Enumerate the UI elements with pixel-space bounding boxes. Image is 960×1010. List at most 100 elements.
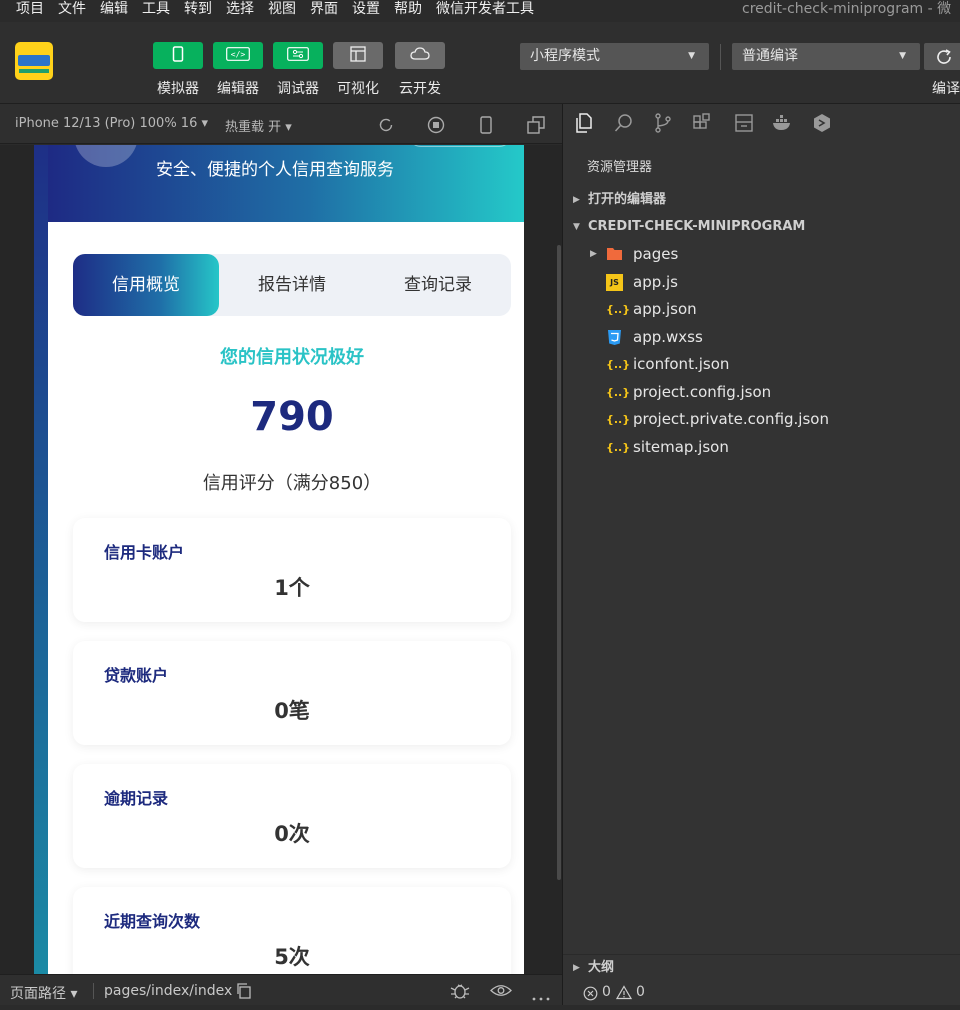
chevron-right-icon: ▶ — [573, 195, 580, 205]
file-name: app.js — [633, 273, 678, 291]
menu-item-goto[interactable]: 转到 — [184, 0, 212, 22]
rotate-icon[interactable] — [377, 116, 395, 134]
menu-item-interface[interactable]: 界面 — [310, 0, 338, 22]
app-banner: 安全、便捷的个人信用查询服务 — [48, 145, 524, 222]
menu-item-edit[interactable]: 编辑 — [100, 0, 128, 22]
file-row-iconfont-json[interactable]: {..} iconfont.json — [563, 351, 960, 378]
json-file-icon: {..} — [606, 303, 631, 316]
simulator-header: iPhone 12/13 (Pro) 100% 16 ▾ 热重载 开 ▾ — [0, 104, 562, 144]
copy-icon[interactable] — [236, 983, 252, 1003]
file-row-app-json[interactable]: {..} app.json — [563, 296, 960, 323]
stat-value: 5次 — [274, 945, 310, 969]
explorer-panel: 资源管理器 ▶ 打开的编辑器 ▼ CREDIT-CHECK-MINIPROGRA… — [563, 104, 960, 1005]
bug-icon[interactable] — [450, 982, 470, 1004]
search-icon[interactable] — [613, 112, 635, 134]
cloud-button[interactable] — [395, 42, 445, 69]
file-name: project.private.config.json — [633, 410, 829, 428]
menu-item-file[interactable]: 文件 — [58, 0, 86, 22]
outline-label: 大纲 — [588, 960, 615, 975]
extensions-icon[interactable] — [692, 112, 714, 134]
refresh-icon — [935, 48, 953, 70]
file-row-sitemap[interactable]: {..} sitemap.json — [563, 434, 960, 461]
stat-title: 贷款账户 — [104, 666, 169, 685]
stat-card-loans[interactable]: 贷款账户 0笔 — [73, 641, 511, 745]
source-control-icon[interactable] — [652, 112, 674, 134]
page-path-select[interactable]: 页面路径 ▾ — [10, 983, 77, 1003]
file-row-app-js[interactable]: JS app.js — [563, 269, 960, 296]
menu-item-help[interactable]: 帮助 — [394, 0, 422, 22]
stat-value: 1个 — [274, 576, 310, 600]
folder-icon — [606, 246, 623, 263]
phone-screen: 安全、便捷的个人信用查询服务 信用概览 报告详情 查询记录 您的信用状况极好 7… — [34, 145, 524, 974]
simulator-scrollbar[interactable] — [557, 245, 561, 880]
statusbar-divider — [93, 983, 94, 999]
phone-icon — [172, 45, 184, 66]
debugger-button[interactable] — [273, 42, 323, 69]
menu-items: 项目 文件 编辑 工具 转到 选择 视图 界面 设置 帮助 微信开发者工具 — [16, 0, 548, 22]
project-avatar[interactable] — [15, 42, 53, 80]
warning-icon — [615, 984, 633, 1009]
svg-text:</>: </> — [231, 50, 246, 59]
stat-card-credit-cards[interactable]: 信用卡账户 1个 — [73, 518, 511, 622]
toolbar-divider — [720, 44, 721, 70]
project-section[interactable]: ▼ CREDIT-CHECK-MINIPROGRAM — [563, 214, 960, 240]
tab-report-details[interactable]: 报告详情 — [219, 254, 365, 316]
file-row-app-wxss[interactable]: app.wxss — [563, 324, 960, 351]
stat-card-recent-queries[interactable]: 近期查询次数 5次 — [73, 887, 511, 974]
menu-item-devtools[interactable]: 微信开发者工具 — [436, 0, 534, 22]
caret-down-icon: ▼ — [899, 51, 906, 61]
stat-title: 逾期记录 — [104, 789, 169, 808]
docker-icon[interactable] — [771, 112, 793, 134]
files-icon[interactable] — [573, 112, 595, 134]
warning-count: 0 — [636, 984, 645, 1000]
file-row-project-config[interactable]: {..} project.config.json — [563, 379, 960, 406]
credit-score: 790 — [250, 394, 334, 440]
storage-icon[interactable] — [733, 112, 755, 134]
editor-button[interactable]: </> — [213, 42, 263, 69]
chevron-right-icon: ▶ — [573, 963, 580, 973]
eye-icon[interactable] — [490, 983, 512, 1002]
debugger-label: 调试器 — [277, 81, 319, 97]
error-icon — [583, 985, 598, 1010]
credit-status-text: 您的信用状况极好 — [220, 347, 364, 368]
device-select[interactable]: iPhone 12/13 (Pro) 100% 16 ▾ — [15, 116, 208, 131]
menu-item-tools[interactable]: 工具 — [142, 0, 170, 22]
simulator-button[interactable] — [153, 42, 203, 69]
device-icon[interactable] — [477, 116, 495, 134]
toolbar: </> 模拟器 编辑器 调试器 可视化 云开发 小程序模式 ▼ 普通编译 ▼ 编… — [0, 22, 960, 104]
plugin-icon[interactable] — [811, 112, 833, 134]
menu-item-settings[interactable]: 设置 — [352, 0, 380, 22]
stat-value: 0次 — [274, 822, 310, 846]
file-row-pages[interactable]: ▶ pages — [563, 241, 960, 268]
json-file-icon: {..} — [606, 413, 631, 426]
compile-button[interactable] — [924, 43, 960, 70]
mode-select[interactable]: 小程序模式 ▼ — [520, 43, 709, 70]
mode-select-value: 小程序模式 — [530, 48, 600, 64]
js-file-icon: JS — [606, 274, 623, 291]
code-icon: </> — [226, 46, 250, 65]
hot-reload-toggle[interactable]: 热重载 开 ▾ — [225, 116, 292, 135]
compile-select[interactable]: 普通编译 ▼ — [732, 43, 920, 70]
layout-icon — [350, 45, 366, 66]
outline-section[interactable]: ▶ 大纲 — [563, 954, 960, 980]
menu-item-view[interactable]: 视图 — [268, 0, 296, 22]
open-editors-section[interactable]: ▶ 打开的编辑器 — [563, 187, 960, 213]
detach-window-icon[interactable] — [527, 116, 545, 134]
stop-icon[interactable] — [427, 116, 445, 134]
tab-query-records[interactable]: 查询记录 — [365, 254, 511, 316]
stat-card-overdue[interactable]: 逾期记录 0次 — [73, 764, 511, 868]
stat-title: 近期查询次数 — [104, 912, 201, 931]
logo-band — [18, 55, 50, 66]
more-icon[interactable] — [532, 989, 550, 1005]
phone-side-gradient — [34, 145, 48, 974]
menu-item-select[interactable]: 选择 — [226, 0, 254, 22]
problems-status[interactable]: 0 0 — [563, 980, 960, 1005]
cloud-icon — [410, 46, 430, 65]
tab-overview[interactable]: 信用概览 — [73, 254, 219, 316]
menu-item-project[interactable]: 项目 — [16, 0, 44, 22]
tab-bar: 信用概览 报告详情 查询记录 — [73, 254, 511, 316]
json-file-icon: {..} — [606, 358, 631, 371]
file-row-project-private-config[interactable]: {..} project.private.config.json — [563, 406, 960, 433]
visual-button[interactable] — [333, 42, 383, 69]
banner-button[interactable] — [408, 145, 512, 147]
